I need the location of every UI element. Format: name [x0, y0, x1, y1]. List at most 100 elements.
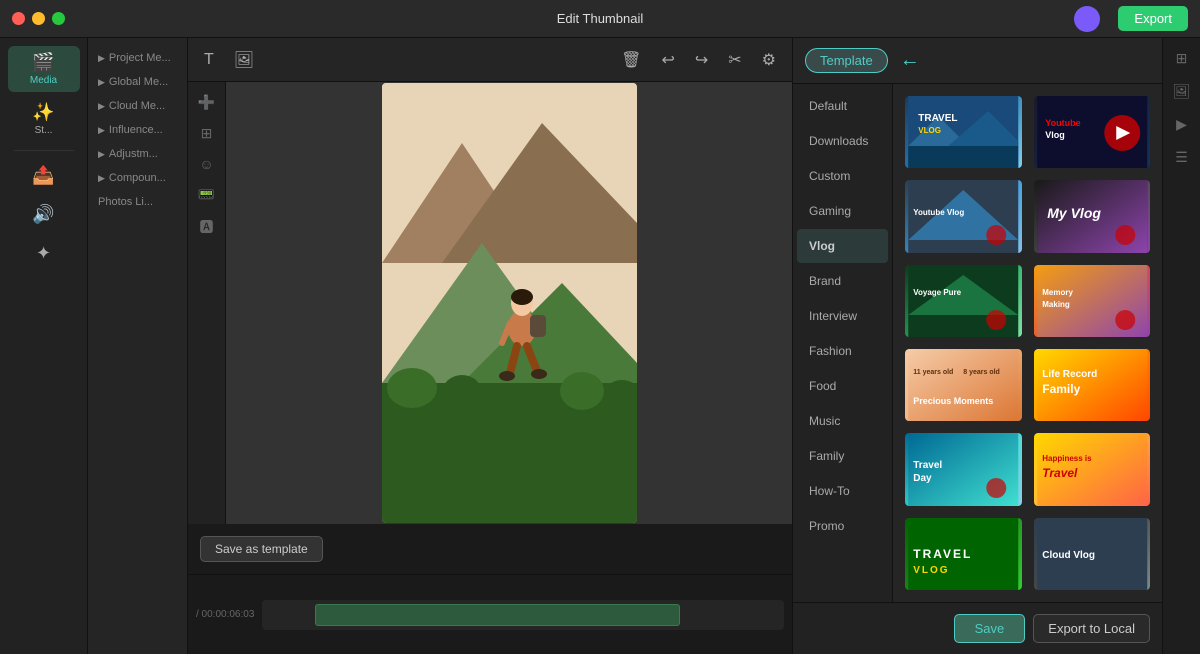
category-item-default[interactable]: Default	[797, 89, 888, 123]
image-tool-icon[interactable]: 🖼	[230, 46, 258, 74]
template-item-warm[interactable]: Life Record Family Warm Connections	[1032, 347, 1153, 423]
sidebar-tab-style-label: St...	[35, 125, 53, 136]
style-icon: ✨	[32, 102, 54, 123]
category-howto-label: How-To	[809, 484, 850, 498]
panel-adjustment-label: Adjustm...	[109, 148, 158, 160]
maximize-button[interactable]	[52, 12, 65, 25]
category-item-food[interactable]: Food	[797, 369, 888, 403]
crop-icon[interactable]: ✂	[724, 46, 745, 74]
category-gaming-label: Gaming	[809, 204, 851, 218]
sticker-icon[interactable]: ☺	[195, 152, 217, 176]
template-item-time-to-vlog[interactable]: TRAVEL VLOG Time To Vlog	[903, 94, 1024, 170]
save-as-template-button[interactable]: Save as template	[200, 536, 323, 562]
template-item-travel-vlog2[interactable]: TRAVEL VLOG Travel Vlog	[903, 516, 1024, 592]
timeline-clip	[315, 604, 680, 626]
svg-text:Youtube: Youtube	[1045, 118, 1080, 128]
category-item-howto[interactable]: How-To	[797, 474, 888, 508]
play-icon[interactable]: ▶	[1172, 112, 1191, 137]
timeline-track-video[interactable]	[262, 600, 784, 630]
text-add-icon[interactable]: 🅰	[196, 213, 218, 241]
template-thumb-yt-vlog2: Youtube Vlog	[905, 180, 1022, 254]
sidebar-tab-media[interactable]: 🎬 Media	[8, 46, 80, 92]
template-item-journey[interactable]: Travel Day Journey Journal	[903, 431, 1024, 507]
svg-text:Vlog: Vlog	[1045, 130, 1065, 140]
left-panel: ▶ Project Me... ▶ Global Me... ▶ Cloud M…	[88, 38, 188, 654]
template-item-memory[interactable]: Memory Making Memory Making	[1032, 263, 1153, 339]
undo-icon[interactable]: ↩	[657, 46, 678, 74]
export-local-button[interactable]: Export to Local	[1033, 614, 1150, 643]
canvas-viewport	[226, 82, 792, 524]
category-item-custom[interactable]: Custom	[797, 159, 888, 193]
category-item-gaming[interactable]: Gaming	[797, 194, 888, 228]
settings-icon[interactable]: ⚙	[758, 46, 780, 74]
panel-adjustment[interactable]: ▶ Adjustm...	[88, 142, 187, 166]
category-vlog-label: Vlog	[809, 239, 835, 253]
title-bar: Edit Thumbnail Export	[0, 0, 1200, 38]
svg-text:My Vlog: My Vlog	[1047, 205, 1101, 221]
panel-influence-label: Influence...	[109, 124, 163, 136]
chevron-icon-2: ▶	[98, 77, 105, 88]
category-item-downloads[interactable]: Downloads	[797, 124, 888, 158]
template-tab-label: Template	[820, 53, 873, 68]
list-view-icon[interactable]: ☰	[1171, 145, 1192, 170]
category-brand-label: Brand	[809, 274, 841, 288]
panel-cloud[interactable]: ▶ Cloud Me...	[88, 94, 187, 118]
save-button[interactable]: Save	[954, 614, 1026, 643]
export-button[interactable]: Export	[1118, 6, 1188, 31]
panel-compound[interactable]: ▶ Compoun...	[88, 166, 187, 190]
template-item-yt-vlog1[interactable]: Youtube Vlog YouTube Vlog Thumb...	[1032, 94, 1153, 170]
sidebar-tab-style[interactable]: ✨ St...	[8, 96, 80, 142]
bottom-action-bar: Save Export to Local	[793, 602, 1162, 654]
panel-influence[interactable]: ▶ Influence...	[88, 118, 187, 142]
canvas-toolbar: T 🖼 🗑 ↩ ↪ ✂ ⚙	[188, 38, 792, 82]
gif-icon[interactable]: 📟	[194, 182, 219, 207]
template-item-yt-vlog3[interactable]: Voyage Pure YouTube Vlog Thumb . Memory …	[903, 263, 1024, 339]
close-button[interactable]	[12, 12, 25, 25]
template-body: Default Downloads Custom Gaming Vlog Bra…	[793, 84, 1162, 602]
template-thumb-yt-vlog1: Youtube Vlog	[1034, 96, 1151, 170]
panel-global[interactable]: ▶ Global Me...	[88, 70, 187, 94]
template-item-yt-vlog2[interactable]: Youtube Vlog YouTube Vlog Thumb...	[903, 178, 1024, 254]
template-item-precious[interactable]: 11 years old 8 years old Precious Moment…	[903, 347, 1024, 423]
svg-text:Youtube Vlog: Youtube Vlog	[913, 208, 964, 217]
category-item-music[interactable]: Music	[797, 404, 888, 438]
sidebar-divider	[14, 150, 74, 151]
template-thumb-travel-vibes: Happiness is Travel	[1034, 433, 1151, 507]
layout-icon[interactable]: ⊞	[197, 121, 217, 146]
category-food-label: Food	[809, 379, 836, 393]
panel-project[interactable]: ▶ Project Me...	[88, 46, 187, 70]
template-item-last[interactable]: Cloud Vlog ...	[1032, 516, 1153, 592]
grid-view-icon[interactable]: ⊞	[1172, 46, 1192, 71]
category-item-brand[interactable]: Brand	[797, 264, 888, 298]
sidebar-audio[interactable]: 🔊	[8, 198, 80, 233]
canvas-image[interactable]	[382, 83, 637, 523]
category-item-vlog[interactable]: Vlog	[797, 229, 888, 263]
minimize-button[interactable]	[32, 12, 45, 25]
template-tab-button[interactable]: Template	[805, 48, 888, 73]
category-item-fashion[interactable]: Fashion	[797, 334, 888, 368]
template-thumb-my-vlog: My Vlog	[1034, 180, 1151, 254]
redo-icon[interactable]: ↪	[691, 46, 712, 74]
template-thumb-warm: Life Record Family	[1034, 349, 1151, 423]
right-panel: Template ← Default Downloads Custom Gami…	[792, 38, 1162, 654]
svg-text:Memory: Memory	[1042, 288, 1073, 297]
sidebar-export[interactable]: 📤	[8, 159, 80, 194]
sidebar-effects[interactable]: ✦	[8, 237, 80, 272]
category-item-promo[interactable]: Promo	[797, 509, 888, 543]
time-display: / 00:00:06:03	[196, 609, 254, 620]
template-grid: TRAVEL VLOG Time To Vlog Youtube Vlog	[893, 84, 1162, 602]
text-tool-icon[interactable]: T	[200, 47, 218, 73]
delete-icon[interactable]: 🗑	[617, 46, 645, 74]
avatar	[1074, 6, 1100, 32]
panel-global-label: Global Me...	[109, 76, 168, 88]
template-item-travel-vibes[interactable]: Happiness is Travel Travel Vibes	[1032, 431, 1153, 507]
category-fashion-label: Fashion	[809, 344, 852, 358]
category-item-interview[interactable]: Interview	[797, 299, 888, 333]
left-tools: ➕ ⊞ ☺ 📟 🅰	[188, 82, 226, 524]
image-view-icon[interactable]: 🖼	[1169, 79, 1195, 104]
template-item-my-vlog[interactable]: My Vlog YouTube Vlog Thumb...	[1032, 178, 1153, 254]
panel-photos-label: Photos Li...	[98, 196, 153, 208]
panel-photos[interactable]: Photos Li...	[88, 190, 187, 214]
add-media-icon[interactable]: ➕	[194, 90, 219, 115]
category-item-family[interactable]: Family	[797, 439, 888, 473]
